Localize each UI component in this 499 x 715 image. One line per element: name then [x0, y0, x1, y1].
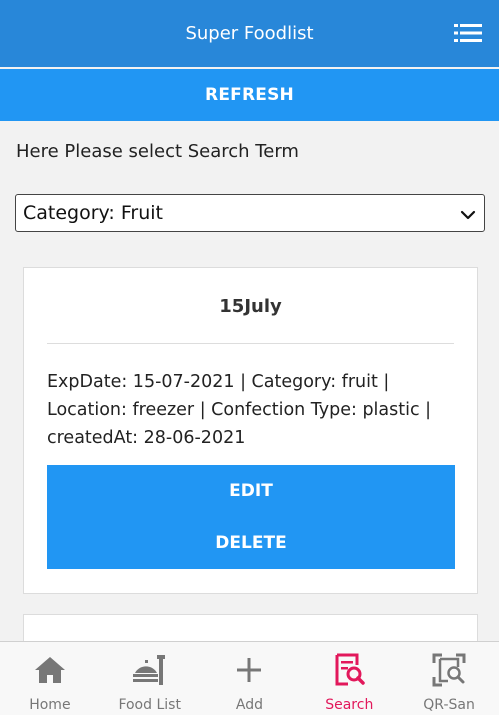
food-card-details: ExpDate: 15-07-2021 | Category: fruit | …	[47, 372, 432, 448]
food-card-title: 15July	[219, 296, 282, 317]
card-divider	[47, 343, 454, 344]
food-icon	[132, 652, 168, 688]
nav-food-list-label: Food List	[118, 697, 181, 713]
nav-add[interactable]: Add	[200, 642, 300, 715]
list-icon[interactable]	[453, 21, 483, 45]
home-icon	[32, 652, 68, 688]
nav-add-label: Add	[235, 697, 264, 713]
nav-food-list[interactable]: Food List	[100, 642, 200, 715]
nav-qr-scan[interactable]: QR-San	[399, 642, 499, 715]
category-select[interactable]: Category: Fruit	[15, 194, 485, 232]
bottom-nav: Home Food List Add Search QR-San	[0, 641, 499, 715]
qr-search-icon	[431, 652, 467, 688]
nav-home-label: Home	[29, 697, 71, 713]
app-root: Super Foodlist REFRESH Here Please selec…	[0, 0, 499, 715]
plus-icon	[231, 652, 267, 688]
refresh-button[interactable]: REFRESH	[0, 69, 499, 121]
chevron-down-icon	[460, 206, 476, 222]
edit-button[interactable]: EDIT	[47, 465, 455, 517]
search-list-icon	[331, 652, 367, 688]
delete-button[interactable]: DELETE	[47, 517, 455, 569]
nav-search-label: Search	[325, 697, 374, 713]
nav-home[interactable]: Home	[0, 642, 100, 715]
app-header: Super Foodlist	[0, 0, 499, 67]
category-select-value: Category: Fruit	[23, 202, 163, 224]
nav-qr-scan-label: QR-San	[423, 697, 475, 713]
nav-search[interactable]: Search	[299, 642, 399, 715]
food-card: 15July ExpDate: 15-07-2021 | Category: f…	[23, 267, 478, 594]
search-prompt: Here Please select Search Term	[16, 141, 299, 162]
app-title: Super Foodlist	[185, 23, 314, 44]
